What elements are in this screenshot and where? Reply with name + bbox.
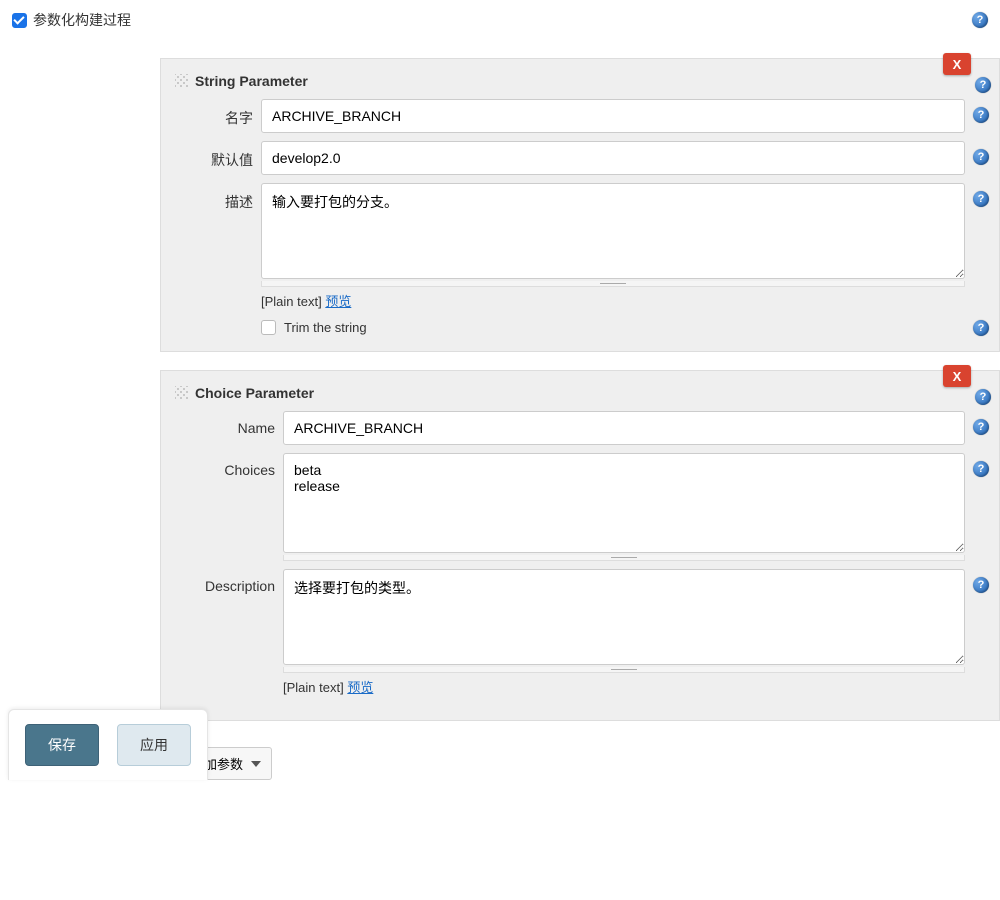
delete-parameter-button[interactable]: X <box>943 365 971 387</box>
plain-text-label: [Plain text] <box>283 680 347 695</box>
parameterized-build-label: 参数化构建过程 <box>33 10 131 30</box>
choice-parameter-block: X ? Choice Parameter Name ? Choices ? De… <box>160 370 1000 721</box>
description-label: 描述 <box>175 183 253 212</box>
choices-label: Choices <box>175 453 275 478</box>
help-icon[interactable]: ? <box>973 320 989 336</box>
default-value-label: 默认值 <box>175 141 253 170</box>
name-label: 名字 <box>175 99 253 128</box>
help-icon[interactable]: ? <box>973 191 989 207</box>
drag-handle-icon[interactable] <box>175 74 189 88</box>
close-icon: X <box>953 57 962 72</box>
help-icon[interactable]: ? <box>973 149 989 165</box>
resize-handle[interactable] <box>261 281 965 287</box>
help-icon[interactable]: ? <box>973 461 989 477</box>
trim-string-checkbox[interactable] <box>261 320 276 335</box>
resize-handle[interactable] <box>283 667 965 673</box>
description-textarea[interactable] <box>261 183 965 279</box>
parameter-type-title: String Parameter <box>195 73 308 89</box>
drag-handle-icon[interactable] <box>175 386 189 400</box>
parameter-type-title: Choice Parameter <box>195 385 314 401</box>
default-value-input[interactable] <box>261 141 965 175</box>
help-icon[interactable]: ? <box>973 107 989 123</box>
action-bar: 保存 应用 <box>8 709 208 780</box>
name-input[interactable] <box>261 99 965 133</box>
plain-text-label: [Plain text] <box>261 294 325 309</box>
description-textarea[interactable] <box>283 569 965 665</box>
name-input[interactable] <box>283 411 965 445</box>
delete-parameter-button[interactable]: X <box>943 53 971 75</box>
choices-textarea[interactable] <box>283 453 965 553</box>
help-icon[interactable]: ? <box>973 419 989 435</box>
preview-link[interactable]: 预览 <box>347 680 373 695</box>
help-icon[interactable]: ? <box>972 12 988 28</box>
description-label: Description <box>175 569 275 594</box>
help-icon[interactable]: ? <box>975 77 991 93</box>
parameterized-build-checkbox[interactable] <box>12 13 27 28</box>
close-icon: X <box>953 369 962 384</box>
help-icon[interactable]: ? <box>975 389 991 405</box>
apply-button[interactable]: 应用 <box>117 724 191 766</box>
resize-handle[interactable] <box>283 555 965 561</box>
name-label: Name <box>175 411 275 436</box>
preview-link[interactable]: 预览 <box>325 294 351 309</box>
string-parameter-block: X ? String Parameter 名字 ? 默认值 ? 描述 <box>160 58 1000 352</box>
help-icon[interactable]: ? <box>973 577 989 593</box>
save-button[interactable]: 保存 <box>25 724 99 766</box>
chevron-down-icon <box>251 761 261 767</box>
trim-string-label: Trim the string <box>284 320 367 335</box>
